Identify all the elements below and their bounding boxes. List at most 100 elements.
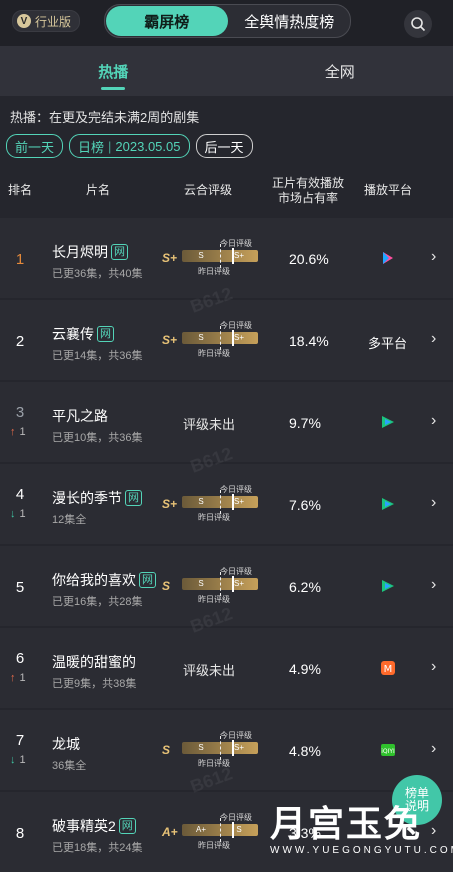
date-selector[interactable]: 日榜 | 2023.05.05: [69, 134, 189, 158]
rank-number: 3: [0, 404, 40, 421]
trend-count: 1: [20, 426, 26, 438]
grade-indicator: S+今日评级SS+昨日评级: [162, 238, 272, 278]
arrow-up-icon: ↑: [10, 672, 16, 684]
show-title[interactable]: 破事精英2网: [52, 816, 136, 836]
segment-dominance[interactable]: 霸屏榜: [106, 6, 228, 36]
next-day-button[interactable]: 后一天: [196, 134, 253, 158]
badge-label: 行业版: [35, 13, 71, 30]
rank-number: 5: [0, 579, 40, 596]
grade-value: S: [162, 743, 170, 757]
table-row[interactable]: 4↓1漫长的季节网12集全S+今日评级SS+昨日评级7.6%›: [0, 464, 453, 544]
yesterday-marker: [220, 490, 221, 514]
grade-bar-high: S+: [220, 332, 258, 344]
arrow-down-icon: ↓: [10, 754, 16, 766]
ranking-switch: 霸屏榜 全舆情热度榜: [104, 4, 351, 38]
yesterday-marker: [220, 818, 221, 842]
rank-number: 2: [0, 333, 40, 350]
segment-sentiment[interactable]: 全舆情热度榜: [229, 5, 351, 37]
grade-bar-high: S+: [220, 578, 258, 590]
grade-indicator: A+今日评级A+S昨日评级: [162, 812, 272, 852]
yesterday-grade-label: 昨日评级: [198, 266, 230, 277]
platform-label: 多平台: [368, 333, 407, 352]
tab-hot[interactable]: 热播: [0, 46, 227, 96]
table-row[interactable]: 2云襄传网已更14集，共36集S+今日评级SS+昨日评级18.4%多平台›: [0, 300, 453, 380]
yesterday-marker: [220, 326, 221, 350]
market-share: 18.4%: [289, 333, 329, 349]
header-grade: 云合评级: [184, 183, 232, 198]
mgtv-icon: M: [378, 658, 398, 678]
grade-indicator: S+今日评级SS+昨日评级: [162, 484, 272, 524]
grade-value: S+: [162, 251, 177, 265]
rank-number: 4: [0, 486, 40, 503]
show-title-text: 温暖的甜蜜的: [52, 652, 136, 672]
chevron-right-icon[interactable]: ›: [431, 658, 436, 676]
episode-progress: 已更10集，共36集: [52, 429, 142, 445]
yesterday-marker: [220, 736, 221, 760]
iqiyi-icon: iQIYI: [378, 740, 398, 760]
episode-progress: 已更9集，共38集: [52, 675, 136, 691]
grade-bar-low: S: [182, 496, 220, 508]
market-share: 6.2%: [289, 579, 321, 595]
show-title[interactable]: 你给我的喜欢网: [52, 570, 156, 590]
show-title-text: 平凡之路: [52, 406, 108, 426]
today-grade-label: 今日评级: [220, 320, 252, 331]
today-marker: [232, 494, 234, 510]
episode-progress: 36集全: [52, 757, 86, 773]
grade-bar-low: S: [182, 332, 220, 344]
show-title[interactable]: 长月烬明网: [52, 242, 128, 262]
trend-count: 1: [20, 508, 26, 520]
header-share: 正片有效播放 市场占有率: [272, 176, 344, 206]
show-title[interactable]: 龙城: [52, 734, 80, 754]
show-title[interactable]: 平凡之路: [52, 406, 108, 426]
youku-icon: [378, 248, 398, 268]
yesterday-marker: [220, 572, 221, 596]
table-row[interactable]: 6↑1温暖的甜蜜的已更9集，共38集评级未出4.9%M›: [0, 628, 453, 708]
tencent-video-icon: [378, 494, 398, 514]
grade-indicator: S今日评级SS+昨日评级: [162, 730, 272, 770]
online-tag: 网: [97, 326, 114, 342]
show-title[interactable]: 漫长的季节网: [52, 488, 142, 508]
chevron-right-icon[interactable]: ›: [431, 248, 436, 266]
tab-all-network[interactable]: 全网: [227, 46, 453, 96]
yesterday-grade-label: 昨日评级: [198, 348, 230, 359]
svg-text:iQIYI: iQIYI: [381, 748, 395, 755]
chevron-right-icon[interactable]: ›: [431, 740, 436, 758]
show-title[interactable]: 温暖的甜蜜的: [52, 652, 136, 672]
arrow-down-icon: ↓: [10, 508, 16, 520]
today-marker: [232, 248, 234, 264]
search-button[interactable]: [404, 10, 432, 38]
chevron-right-icon[interactable]: ›: [431, 822, 436, 840]
grade-bar-high: S: [220, 824, 258, 836]
chevron-right-icon[interactable]: ›: [431, 576, 436, 594]
episode-progress: 已更14集，共36集: [52, 347, 142, 363]
show-title[interactable]: 云襄传网: [52, 324, 114, 344]
rank-number: 8: [0, 825, 40, 842]
market-share: 4.8%: [289, 743, 321, 759]
list-description: 热播：在更及完结未满2周的剧集: [10, 107, 199, 126]
watermark-brand: 月宫玉兔: [270, 795, 422, 847]
online-tag: 网: [125, 490, 142, 506]
chevron-right-icon[interactable]: ›: [431, 330, 436, 348]
grade-indicator: S今日评级SS+昨日评级: [162, 566, 272, 606]
rank-number: 7: [0, 732, 40, 749]
market-share: 4.9%: [289, 661, 321, 677]
grade-pending: 评级未出: [183, 660, 235, 679]
episode-progress: 已更36集，共40集: [52, 265, 142, 281]
grade-value: S: [162, 579, 170, 593]
table-header: 排名 片名 云合评级 正片有效播放 市场占有率 播放平台: [0, 165, 453, 215]
chevron-right-icon[interactable]: ›: [431, 494, 436, 512]
header-share-line2: 市场占有率: [272, 191, 344, 206]
show-title-text: 漫长的季节: [52, 488, 122, 508]
header-rank: 排名: [8, 183, 32, 198]
trend-up: ↑1: [10, 672, 26, 684]
grade-bar-high: S+: [220, 496, 258, 508]
industry-badge[interactable]: V 行业版: [12, 10, 80, 32]
prev-day-button[interactable]: 前一天: [6, 134, 63, 158]
show-title-text: 云襄传: [52, 324, 94, 344]
market-share: 9.7%: [289, 415, 321, 431]
grade-bar-high: S+: [220, 742, 258, 754]
chevron-right-icon[interactable]: ›: [431, 412, 436, 430]
trend-up: ↑1: [10, 426, 26, 438]
today-grade-label: 今日评级: [220, 484, 252, 495]
header-platform: 播放平台: [364, 183, 412, 198]
